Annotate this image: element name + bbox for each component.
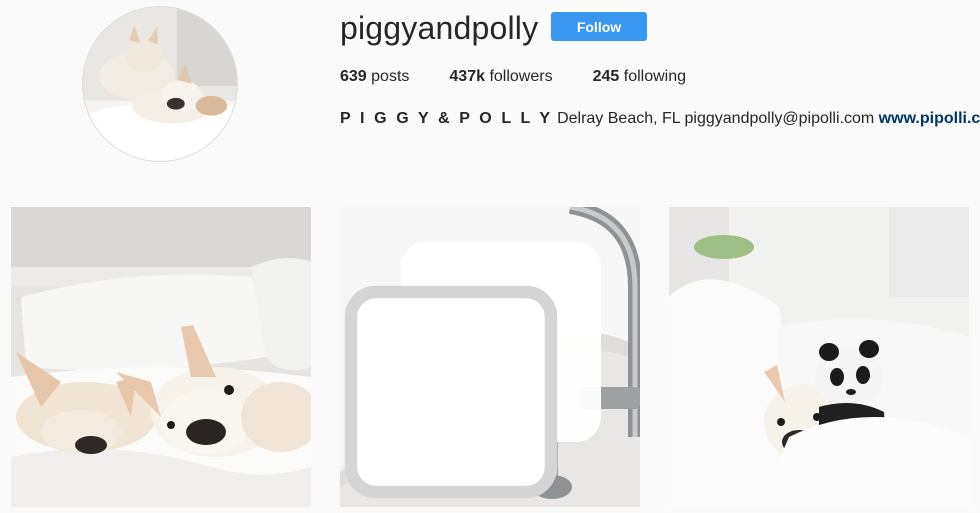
followers-stat[interactable]: 437k followers [449,67,552,87]
followers-count: 437k [449,68,485,85]
following-label: following [623,68,687,85]
profile-avatar [82,6,238,162]
posts-label: posts [371,68,410,85]
posts-stat: 639 posts [340,67,409,87]
post-tile[interactable] [669,207,969,507]
avatar-photo [83,7,237,161]
profile-website-link[interactable]: www.pipolli.com [879,110,980,127]
profile-stats: 639 posts 437k followers 245 following [340,67,726,87]
profile-location: Delray Beach, FL [557,110,681,127]
follow-button[interactable]: Follow [551,12,647,41]
following-count: 245 [592,68,620,85]
post-photo [669,207,969,507]
posts-count: 639 [340,68,367,85]
profile-email: piggyandpolly@pipolli.com [684,110,875,127]
multiple-photos-icon [344,242,601,499]
profile-bio: P I G G Y & P O L L Y Delray Beach, FL p… [340,109,980,129]
followers-label: followers [489,68,553,85]
post-tile[interactable] [11,207,311,507]
profile-full-name: P I G G Y & P O L L Y [340,110,553,127]
profile-username: piggyandpolly [340,10,539,46]
post-photo [11,207,311,507]
post-tile[interactable] [340,207,640,507]
following-stat[interactable]: 245 following [593,67,686,87]
